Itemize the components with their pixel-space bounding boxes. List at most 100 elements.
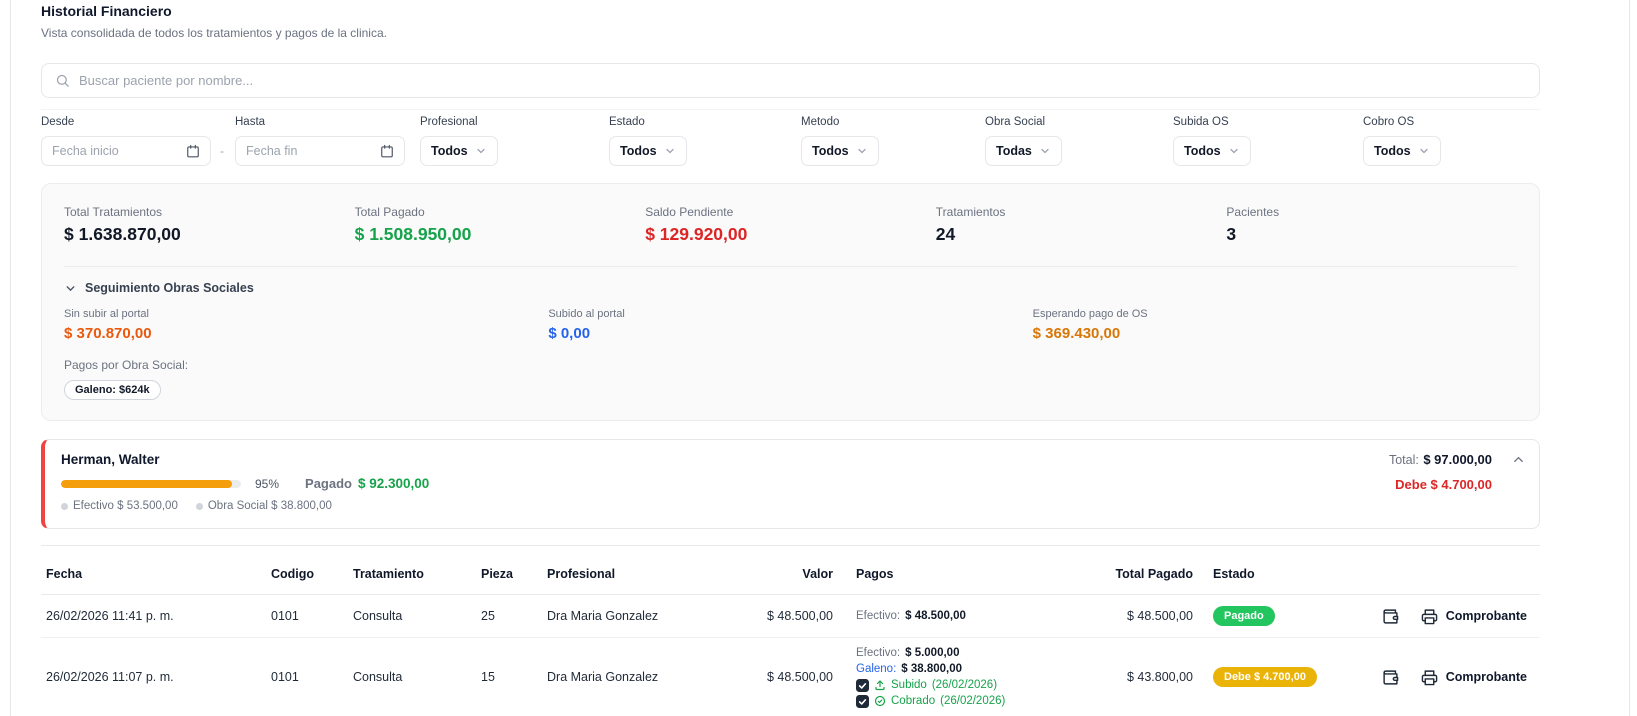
filter-label-subida-os: Subida OS [1173, 116, 1363, 128]
upload-icon [874, 679, 886, 691]
legend-item-efectivo: Efectivo $ 53.500,00 [61, 500, 178, 512]
print-comprobante-button[interactable]: Comprobante [1421, 608, 1527, 625]
filter-label-obra-social: Obra Social [985, 116, 1173, 128]
payment-progress-fill [61, 480, 232, 488]
divider [64, 266, 1517, 267]
wallet-icon [1382, 608, 1399, 625]
subido-status: Subido [891, 678, 927, 692]
filter-cobro-os: Cobro OS Todos [1363, 116, 1540, 166]
collapse-patient-button[interactable] [1511, 452, 1526, 470]
payments-wallet-button[interactable] [1382, 669, 1399, 686]
legend-text: Efectivo $ 53.500,00 [73, 500, 178, 512]
select-metodo[interactable]: Todos [801, 136, 879, 166]
date-range-separator: - [220, 144, 224, 158]
payments-wallet-button[interactable] [1382, 608, 1399, 625]
payment-progress-bar [61, 480, 241, 488]
stat-total-tratamientos: Total Tratamientos $ 1.638.870,00 [64, 205, 355, 245]
filter-label-cobro-os: Cobro OS [1363, 116, 1540, 128]
table-header-row: Fecha Codigo Tratamiento Pieza Profesion… [41, 545, 1540, 595]
checkbox-checked-icon[interactable] [856, 679, 869, 692]
cell-estado: Debe $ 4.700,00 [1201, 667, 1326, 687]
calendar-icon [380, 144, 394, 158]
select-value: Todos [1374, 144, 1411, 158]
cell-total-pagado: $ 48.500,00 [1091, 609, 1201, 623]
patient-search[interactable] [41, 63, 1540, 98]
date-input-desde[interactable]: Fecha inicio [41, 136, 211, 166]
chevron-down-icon [1418, 145, 1430, 157]
filter-profesional: Profesional Todos [420, 116, 609, 166]
filter-obra-social: Obra Social Todas [985, 116, 1173, 166]
print-comprobante-button[interactable]: Comprobante [1421, 669, 1527, 686]
filter-subida-os: Subida OS Todos [1173, 116, 1363, 166]
pagado-value: $ 92.300,00 [358, 476, 429, 491]
os-stat-value: $ 369.430,00 [1033, 325, 1517, 342]
legend-dot-icon [196, 503, 203, 510]
pagos-por-obra-social-label: Pagos por Obra Social: [64, 358, 1517, 372]
select-profesional[interactable]: Todos [420, 136, 498, 166]
pagado-label: Pagado [305, 476, 352, 491]
search-input[interactable] [79, 73, 1526, 88]
chevron-up-icon [1511, 452, 1526, 467]
os-stat-esperando: Esperando pago de OS $ 369.430,00 [1033, 308, 1517, 342]
status-badge-pagado: Pagado [1213, 606, 1275, 626]
select-subida-os[interactable]: Todos [1173, 136, 1251, 166]
payment-amount: $ 48.500,00 [905, 609, 966, 623]
search-icon [55, 73, 70, 88]
chevron-down-icon [1039, 145, 1051, 157]
payment-line-efectivo: Efectivo: $ 5.000,00 [856, 646, 1091, 660]
select-obra-social[interactable]: Todas [985, 136, 1062, 166]
page-title: Historial Financiero [41, 3, 1540, 19]
cell-tratamiento: Consulta [348, 670, 476, 684]
os-stat-label: Sin subir al portal [64, 308, 548, 320]
printer-icon [1421, 608, 1438, 625]
table-row: 26/02/2026 11:41 p. m. 0101 Consulta 25 … [41, 595, 1540, 638]
os-stat-label: Esperando pago de OS [1033, 308, 1517, 320]
filter-estado: Estado Todos [609, 116, 801, 166]
cell-estado: Pagado [1201, 606, 1326, 626]
comprobante-label: Comprobante [1446, 609, 1527, 623]
select-value: Todas [996, 144, 1032, 158]
patient-card-header[interactable]: Herman, Walter 95% Pagado $ 92.300,00 Ef… [41, 439, 1540, 529]
select-value: Todos [812, 144, 849, 158]
filter-label-desde: Desde [41, 116, 235, 128]
stat-value: $ 129.920,00 [645, 224, 936, 245]
select-cobro-os[interactable]: Todos [1363, 136, 1441, 166]
calendar-icon [186, 144, 200, 158]
col-header-valor: Valor [716, 567, 841, 581]
filter-label-profesional: Profesional [420, 116, 609, 128]
stat-total-pagado: Total Pagado $ 1.508.950,00 [355, 205, 646, 245]
col-header-pieza: Pieza [476, 567, 542, 581]
stat-pacientes-count: Pacientes 3 [1226, 205, 1517, 245]
stat-value: $ 1.638.870,00 [64, 224, 355, 245]
date-placeholder-hasta: Fecha fin [246, 144, 297, 158]
printer-icon [1421, 669, 1438, 686]
cell-actions: Comprobante [1326, 669, 1540, 686]
payment-line-efectivo: Efectivo: $ 48.500,00 [856, 609, 1091, 623]
stat-label: Tratamientos [936, 205, 1227, 219]
col-header-profesional: Profesional [542, 567, 716, 581]
cell-fecha: 26/02/2026 11:07 p. m. [41, 670, 266, 684]
cell-total-pagado: $ 43.800,00 [1091, 670, 1201, 684]
obras-sociales-title: Seguimiento Obras Sociales [85, 281, 254, 295]
cell-tratamiento: Consulta [348, 609, 476, 623]
cell-profesional: Dra Maria Gonzalez [542, 670, 716, 684]
stat-label: Pacientes [1226, 205, 1517, 219]
checkbox-checked-icon[interactable] [856, 695, 869, 708]
patient-debe-value: Debe $ 4.700,00 [1389, 477, 1492, 492]
os-stat-subido: Subido al portal $ 0,00 [548, 308, 1032, 342]
select-estado[interactable]: Todos [609, 136, 687, 166]
obras-sociales-toggle[interactable]: Seguimiento Obras Sociales [64, 281, 254, 295]
cell-profesional: Dra Maria Gonzalez [542, 609, 716, 623]
date-input-hasta[interactable]: Fecha fin [235, 136, 405, 166]
chevron-down-icon [1228, 145, 1240, 157]
check-circle-icon [874, 695, 886, 707]
cell-pagos: Efectivo: $ 48.500,00 [841, 609, 1091, 623]
os-stat-sin-subir: Sin subir al portal $ 370.870,00 [64, 308, 548, 342]
divider [41, 109, 1540, 110]
legend-dot-icon [61, 503, 68, 510]
cell-codigo: 0101 [266, 670, 348, 684]
filter-label-hasta: Hasta [235, 116, 420, 128]
patient-total-label: Total: [1389, 453, 1419, 467]
filters-bar: Desde Fecha inicio - Hasta Fecha fin Pro… [41, 116, 1540, 166]
cell-pieza: 15 [476, 670, 542, 684]
